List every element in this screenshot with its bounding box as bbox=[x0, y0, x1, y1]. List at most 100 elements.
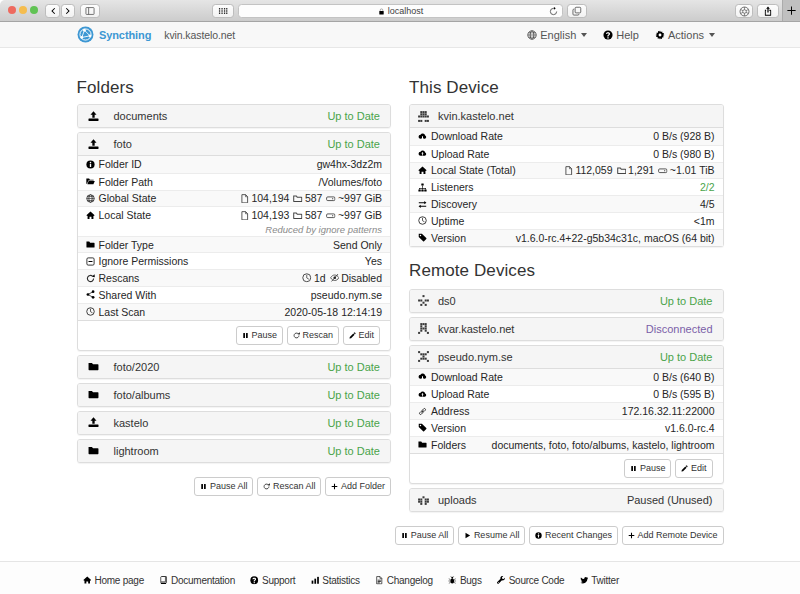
row-label: Address bbox=[418, 405, 470, 417]
pause-button[interactable]: Pause bbox=[624, 459, 671, 478]
nav-item-actions[interactable]: Actions bbox=[655, 29, 715, 41]
nav-item-label: English bbox=[540, 29, 576, 41]
extension-button[interactable] bbox=[735, 4, 753, 18]
table-row-download-rate: Download Rate0 B/s (640 B) bbox=[410, 369, 723, 386]
row-label-text: Folder Path bbox=[99, 176, 153, 188]
footer-link-support[interactable]: Support bbox=[250, 575, 295, 586]
window-minimize-button[interactable] bbox=[19, 6, 27, 14]
tabs-button[interactable] bbox=[567, 4, 587, 18]
this-device-heading: This Device bbox=[409, 78, 724, 98]
add-remote-device-button[interactable]: Add Remote Device bbox=[622, 526, 724, 545]
edit-button[interactable]: Edit bbox=[675, 459, 712, 478]
header-icon-wrap bbox=[418, 351, 438, 362]
row-value-segment: 0 B/s (928 B) bbox=[653, 130, 714, 142]
folder-header-lightroom[interactable]: lightroomUp to Date bbox=[78, 440, 391, 462]
footer-link-twitter[interactable]: Twitter bbox=[580, 575, 619, 586]
recent-changes-button[interactable]: Recent Changes bbox=[529, 526, 618, 545]
table-row-discovery: Discovery4/5 bbox=[410, 195, 723, 212]
window-zoom-button[interactable] bbox=[30, 6, 38, 14]
folder-header-foto-albums[interactable]: foto/albumsUp to Date bbox=[78, 384, 391, 406]
row-label: Uptime bbox=[418, 215, 464, 227]
row-label: Version bbox=[418, 232, 466, 244]
device-name: kvar.kastelo.net bbox=[438, 323, 514, 335]
globe-icon bbox=[527, 30, 537, 40]
row-label-text: Download Rate bbox=[431, 371, 503, 383]
nav-item-english[interactable]: English bbox=[527, 29, 587, 41]
chevron-right-icon bbox=[64, 7, 72, 15]
row-value-segment: 587 bbox=[293, 209, 322, 221]
folder-header-foto[interactable]: fotoUp to Date bbox=[78, 133, 391, 156]
footer-link-label: Documentation bbox=[171, 575, 235, 586]
device-actions: Pause AllResume AllRecent ChangesAdd Rem… bbox=[409, 526, 724, 545]
pause-all-button[interactable]: Pause All bbox=[194, 477, 253, 496]
this-device-panel-kvin-kastelo-net: kvin.kastelo.netDownload Rate0 B/s (928 … bbox=[409, 104, 724, 247]
file-text-icon bbox=[375, 576, 384, 585]
device-status: Up to Date bbox=[660, 351, 713, 363]
row-value-segment: 2020-05-18 12:14:19 bbox=[285, 306, 383, 318]
footer-link-documentation[interactable]: Documentation bbox=[159, 575, 235, 586]
sitemap-icon bbox=[418, 183, 427, 192]
address-bar[interactable]: localhost bbox=[238, 4, 563, 18]
add-folder-button[interactable]: Add Folder bbox=[325, 477, 391, 496]
pencil-icon bbox=[349, 332, 356, 339]
reload-button[interactable] bbox=[546, 4, 560, 18]
lock-icon bbox=[378, 8, 385, 15]
row-value-text: 0 B/s (928 B) bbox=[653, 130, 714, 142]
row-label-text: Rescans bbox=[99, 272, 140, 284]
tab-overview-button[interactable] bbox=[212, 4, 234, 18]
new-tab-button[interactable] bbox=[782, 0, 800, 21]
row-value-text: ~997 GiB bbox=[338, 209, 382, 221]
row-label-text: Address bbox=[431, 405, 470, 417]
add-remote-device-label: Add Remote Device bbox=[637, 530, 717, 540]
folder-panel-foto-2020: foto/2020Up to Date bbox=[77, 355, 392, 379]
row-label-text: Local State bbox=[99, 209, 152, 221]
footer-link-changelog[interactable]: Changelog bbox=[375, 575, 433, 586]
folder-header-kastelo[interactable]: kasteloUp to Date bbox=[78, 412, 391, 434]
device-header-kvar-kastelo-net[interactable]: kvar.kastelo.netDisconnected bbox=[410, 318, 723, 340]
footer-link-source-code[interactable]: Source Code bbox=[497, 575, 564, 586]
resume-all-button[interactable]: Resume All bbox=[458, 526, 525, 545]
rescan-button[interactable]: Rescan bbox=[287, 326, 339, 345]
device-header-uploads[interactable]: uploadsPaused (Unused) bbox=[410, 489, 723, 511]
syncthing-logo[interactable]: Syncthing bbox=[77, 26, 151, 43]
sidebar-button[interactable] bbox=[80, 4, 100, 18]
forward-button[interactable] bbox=[61, 4, 75, 18]
row-label-text: Discovery bbox=[431, 198, 477, 210]
row-label: Discovery bbox=[418, 198, 477, 210]
row-value-text: 0 B/s (595 B) bbox=[653, 388, 714, 400]
upload-icon bbox=[88, 111, 99, 122]
footer-link-label: Twitter bbox=[591, 575, 619, 586]
share-button[interactable] bbox=[757, 4, 779, 18]
folder-icon bbox=[88, 445, 99, 456]
pause-button[interactable]: Pause bbox=[236, 326, 283, 345]
footer-link-statistics[interactable]: Statistics bbox=[311, 575, 360, 586]
folder-header-foto-2020[interactable]: foto/2020Up to Date bbox=[78, 356, 391, 378]
chevron-left-icon bbox=[49, 7, 57, 15]
nav-item-help[interactable]: Help bbox=[603, 29, 639, 41]
window-close-button[interactable] bbox=[8, 6, 16, 14]
twitter-icon bbox=[580, 576, 589, 585]
device-header-pseudo-nym-se[interactable]: pseudo.nym.seUp to Date bbox=[410, 346, 723, 369]
back-button[interactable] bbox=[45, 4, 60, 18]
file-o-icon bbox=[564, 166, 574, 176]
footer-link-home-page[interactable]: Home page bbox=[83, 575, 144, 586]
wrench-icon bbox=[497, 576, 506, 585]
rescan-all-button[interactable]: Rescan All bbox=[257, 477, 321, 496]
refresh-icon bbox=[86, 274, 95, 283]
device-header-ds0[interactable]: ds0Up to Date bbox=[410, 290, 723, 312]
this-device-header-kvin-kastelo-net[interactable]: kvin.kastelo.net bbox=[410, 105, 723, 128]
folder-name: lightroom bbox=[114, 445, 159, 457]
folder-header-documents[interactable]: documentsUp to Date bbox=[78, 105, 391, 127]
clock-icon bbox=[302, 273, 312, 283]
device-footer: PauseEdit bbox=[410, 453, 723, 483]
footer-link-bugs[interactable]: Bugs bbox=[448, 575, 481, 586]
device-panel-kvar-kastelo-net: kvar.kastelo.netDisconnected bbox=[409, 317, 724, 341]
row-value: v1.6.0-rc.4+22-g5b34c31c, macOS (64 bit) bbox=[516, 232, 715, 244]
pause-all-button[interactable]: Pause All bbox=[395, 526, 454, 545]
row-label: Shared With bbox=[86, 289, 157, 301]
device-details: Download Rate0 B/s (640 B)Upload Rate0 B… bbox=[410, 369, 723, 453]
device-identicon bbox=[418, 111, 429, 122]
edit-button[interactable]: Edit bbox=[343, 326, 380, 345]
folder-status: Up to Date bbox=[327, 138, 380, 150]
pause-icon bbox=[401, 532, 408, 539]
